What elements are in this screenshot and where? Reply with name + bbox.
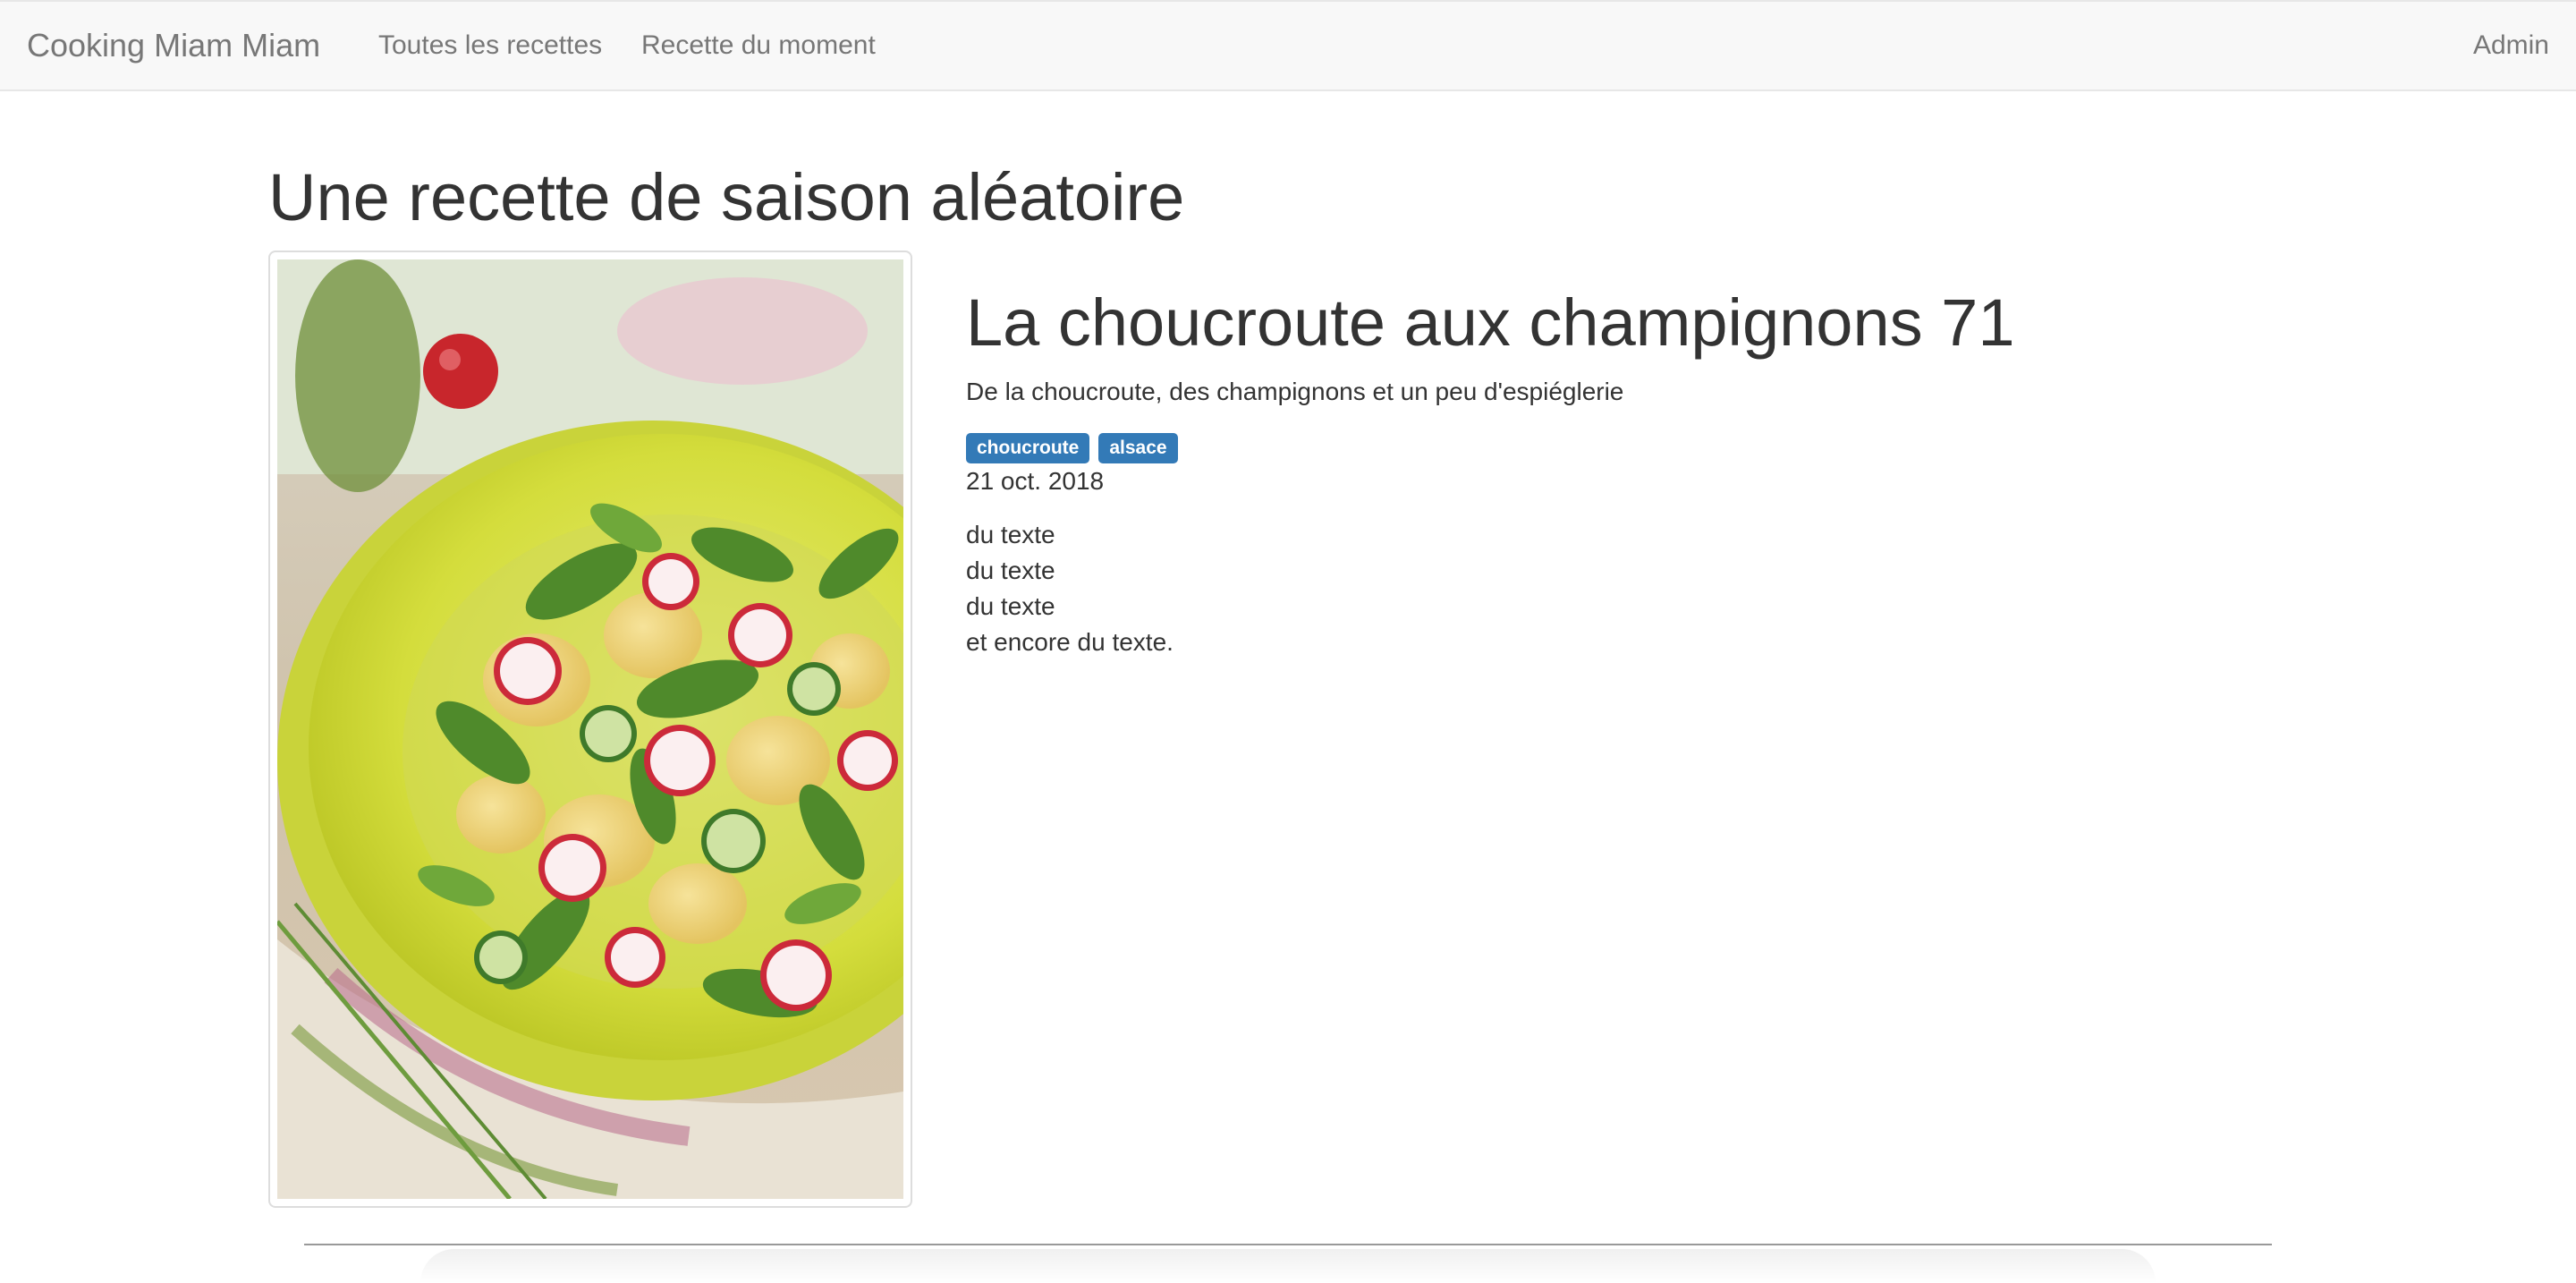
- page-title: Une recette de saison aléatoire: [268, 160, 1185, 234]
- recipe-description: De la choucroute, des champignons et un …: [966, 378, 1624, 405]
- recipe-image-thumbnail: [268, 251, 912, 1208]
- recipe-body: du texte du texte du texte et encore du …: [966, 517, 1174, 660]
- tag-badge-choucroute[interactable]: choucroute: [966, 433, 1090, 463]
- nav-link-all-recipes[interactable]: Toutes les recettes: [378, 2, 602, 89]
- nav-link-recipe-of-moment[interactable]: Recette du moment: [641, 2, 876, 89]
- recipe-body-line: du texte: [966, 521, 1055, 548]
- recipe-body-line: et encore du texte.: [966, 628, 1174, 656]
- nav-link-admin[interactable]: Admin: [2473, 2, 2549, 89]
- recipe-tags: choucroute alsace: [966, 433, 1178, 463]
- navbar: Cooking Miam Miam Toutes les recettes Re…: [0, 0, 2576, 91]
- recipe-body-line: du texte: [966, 592, 1055, 620]
- recipe-date: 21 oct. 2018: [966, 467, 1105, 495]
- footer-divider: [304, 1244, 2272, 1245]
- tag-badge-alsace[interactable]: alsace: [1098, 433, 1178, 463]
- brand-link[interactable]: Cooking Miam Miam: [27, 2, 320, 89]
- footer-shadow: [420, 1249, 2156, 1283]
- recipe-photo: [277, 259, 903, 1199]
- recipe-title: La choucroute aux champignons 71: [966, 285, 2015, 360]
- recipe-body-line: du texte: [966, 557, 1055, 584]
